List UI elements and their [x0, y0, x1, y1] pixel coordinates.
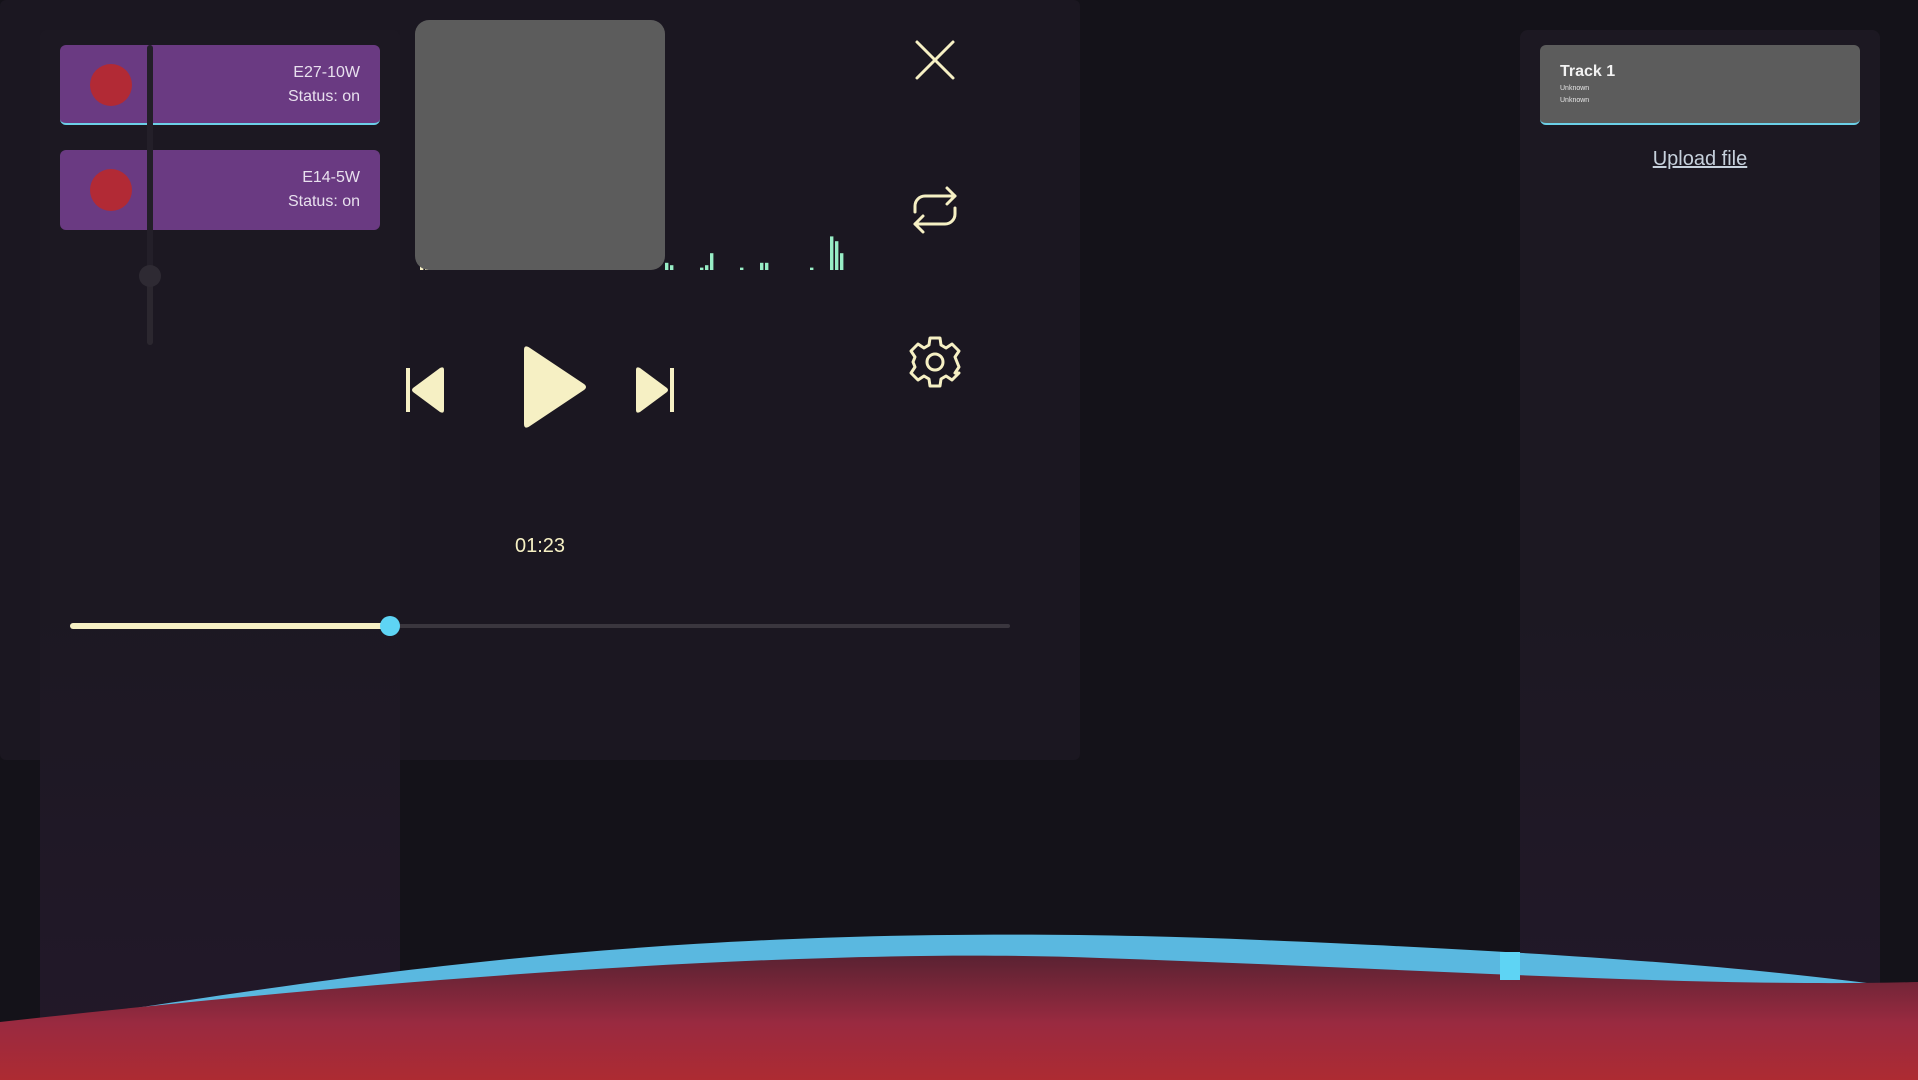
device-name: E27-10W [293, 64, 360, 81]
next-track-button[interactable] [630, 360, 680, 420]
play-icon [524, 346, 586, 428]
spectrum-bar [740, 267, 744, 270]
close-button[interactable] [905, 30, 965, 90]
device-name: E14-5W [302, 169, 360, 186]
skip-previous-icon [406, 367, 444, 413]
elapsed-time: 01:23 [514, 535, 566, 557]
play-button[interactable] [510, 342, 590, 432]
track-title: Track 1 [1560, 63, 1616, 80]
track-album: Unknown [1560, 97, 1590, 104]
spectrum-bar [760, 262, 764, 270]
seek-bar-thumb[interactable] [379, 616, 400, 636]
upload-file-link[interactable]: Upload file [1520, 148, 1880, 171]
spectrum-bar [840, 253, 844, 270]
spectrum-bar [810, 267, 814, 270]
device-status-indicator [90, 169, 132, 211]
volume-slider-thumb[interactable] [139, 265, 161, 287]
device-card[interactable]: E14-5W Status: on [60, 150, 380, 230]
playlist-panel: Track 1 Unknown Unknown Upload file [1520, 30, 1880, 1050]
spectrum-bar [700, 267, 704, 270]
gear-icon [909, 336, 961, 388]
spectrum-bar [665, 262, 669, 270]
close-icon [915, 40, 955, 80]
seek-bar-progress [70, 623, 390, 629]
album-art [415, 20, 665, 270]
device-card[interactable]: E27-10W Status: on [60, 45, 380, 125]
playlist-track-card[interactable]: Track 1 Unknown Unknown [1540, 45, 1860, 125]
spectrum-bar [705, 265, 709, 270]
previous-track-button[interactable] [400, 360, 450, 420]
spectrum-bar [710, 253, 714, 270]
repeat-button[interactable] [905, 180, 965, 240]
skip-next-icon [636, 367, 674, 413]
spectrum-bar [835, 241, 839, 270]
track-artist: Unknown [1560, 85, 1590, 92]
spectrum-bar [830, 236, 834, 270]
decorative-wave-background [0, 934, 1918, 1080]
device-status-indicator [90, 64, 132, 106]
device-status: Status: on [287, 88, 360, 105]
spectrum-bar [670, 265, 674, 270]
repeat-icon [913, 186, 957, 234]
device-status: Status: on [287, 193, 360, 210]
settings-button[interactable] [905, 332, 965, 392]
spectrum-bar [765, 262, 769, 270]
